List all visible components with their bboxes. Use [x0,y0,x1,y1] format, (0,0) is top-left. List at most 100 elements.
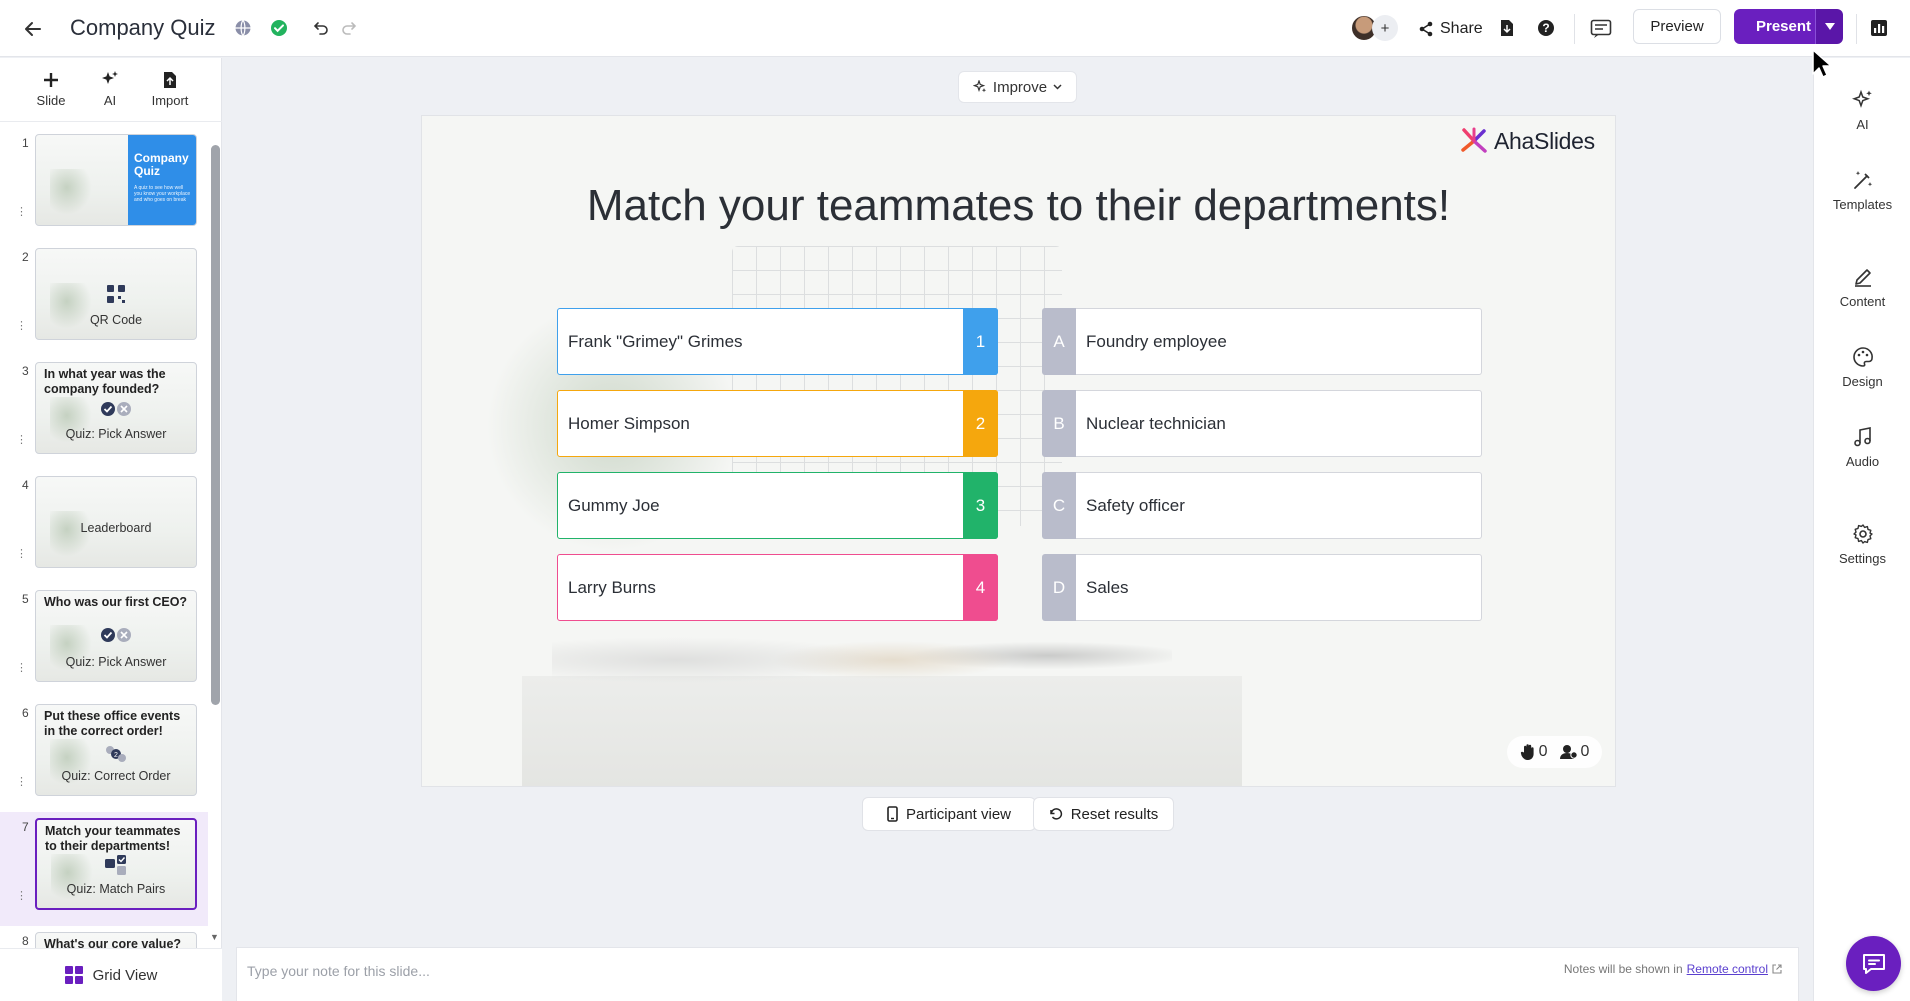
slide-item[interactable]: 3 In what year was the company founded? … [0,356,208,470]
improve-dropdown[interactable]: Improve [958,71,1077,103]
left-option-number: 3 [963,472,998,539]
undo-icon[interactable] [310,17,332,39]
left-option[interactable]: Larry Burns [557,554,998,621]
plus-icon [43,70,59,90]
chat-support-button[interactable] [1846,936,1901,991]
templates-panel-button[interactable]: Templates [1814,168,1910,212]
preview-button[interactable]: Preview [1633,9,1721,44]
settings-panel-button[interactable]: Settings [1814,522,1910,566]
add-slide-button[interactable]: Slide [21,70,81,108]
slide-toolbar: Slide AI Import [0,58,222,122]
drag-handle-icon[interactable]: ⋮ [16,663,27,674]
bar-chart-icon[interactable] [1866,15,1892,41]
remote-control-link[interactable]: Remote control [1687,962,1768,976]
slide-thumbnail[interactable]: Leaderboard [35,476,197,568]
external-link-icon[interactable] [1772,964,1782,974]
slide-item[interactable]: 2 QR Code ⋮ [0,242,208,356]
qr-code-icon [106,284,126,304]
tool-label: Slide [36,93,66,108]
slide-number: 1 [22,136,29,150]
order-steps-icon: 2 [104,745,128,763]
music-note-icon [1852,425,1874,449]
right-option[interactable]: Nuclear technician [1076,390,1482,457]
participant-view-button[interactable]: Participant view [862,797,1036,831]
hand-icon [1520,744,1534,760]
right-option[interactable]: Sales [1076,554,1482,621]
speaker-notes-bar: Notes will be shown in Remote control [236,947,1799,1001]
ai-slide-button[interactable]: AI [80,70,140,108]
slide-item-active[interactable]: 7 Match your teammates to their departme… [0,812,208,926]
scroll-down-arrow[interactable]: ▼ [210,932,219,942]
sparkle-icon [1851,88,1874,112]
right-option-letter: B [1042,390,1076,457]
slide-heading[interactable]: Match your teammates to their department… [422,181,1615,231]
thumb-title: Company Quiz [134,151,189,178]
left-option[interactable]: Frank "Grimey" Grimes [557,308,998,375]
left-option[interactable]: Gummy Joe [557,472,998,539]
drag-handle-icon[interactable]: ⋮ [16,777,27,788]
slide-number: 7 [22,820,29,834]
grid-icon [64,966,83,984]
slide-type: Quiz: Pick Answer [65,655,167,669]
right-option[interactable]: Foundry employee [1076,308,1482,375]
import-button[interactable]: Import [140,70,200,108]
pencil-icon [1852,265,1874,289]
slide-type: Quiz: Pick Answer [65,427,167,441]
right-option-letter: A [1042,308,1076,375]
slide-thumbnail[interactable]: In what year was the company founded? Qu… [35,362,197,454]
title-panel: Company Quiz A quiz to see how well you … [128,135,196,225]
design-panel-button[interactable]: Design [1814,345,1910,389]
left-option[interactable]: Homer Simpson [557,390,998,457]
slide-item[interactable]: 5 Who was our first CEO? Quiz: Pick Answ… [0,584,208,698]
redo-icon[interactable] [338,17,360,39]
sidebar-label: Settings [1839,551,1886,566]
chevron-down-icon [1053,84,1062,90]
slide-thumbnail[interactable]: Company Quiz A quiz to see how well you … [35,134,197,226]
slide-question: Match your teammates to their department… [45,824,181,853]
drag-handle-icon[interactable]: ⋮ [16,435,27,446]
slide-number: 4 [22,478,29,492]
reset-results-button[interactable]: Reset results [1033,797,1174,831]
download-icon[interactable] [1495,16,1519,40]
drag-handle-icon[interactable]: ⋮ [16,891,27,902]
logo-text: AhaSlides [1494,127,1595,154]
presentation-title[interactable]: Company Quiz [70,15,216,41]
share-label: Share [1440,20,1483,37]
help-icon[interactable]: ? [1534,16,1558,40]
share-button[interactable]: Share [1418,16,1483,42]
audio-panel-button[interactable]: Audio [1814,425,1910,469]
reset-results-label: Reset results [1070,805,1159,823]
slide-thumbnail[interactable]: QR Code [35,248,197,340]
collaborators[interactable]: + [1350,14,1402,44]
tool-label: AI [103,93,117,108]
globe-icon[interactable] [232,17,254,39]
drag-handle-icon[interactable]: ⋮ [16,321,27,332]
grid-view-button[interactable]: Grid View [0,948,222,1001]
right-option[interactable]: Safety officer [1076,472,1482,539]
sparkle-icon [972,80,987,93]
ai-panel-button[interactable]: AI [1814,88,1910,132]
slide-item[interactable]: 1 Company Quiz A quiz to see how well yo… [0,128,208,242]
sidebar-label: Design [1842,374,1883,389]
thumb-subtitle: A quiz to see how well you know your wor… [134,185,191,203]
content-panel-button[interactable]: Content [1814,265,1910,309]
slide-type: Quiz: Correct Order [61,769,171,783]
slide-thumbnail[interactable]: Match your teammates to their department… [35,818,197,910]
drag-handle-icon[interactable]: ⋮ [16,207,27,218]
slide-item[interactable]: 6 Put these office events in the correct… [0,698,208,812]
scrollbar[interactable] [211,145,220,705]
drag-handle-icon[interactable]: ⋮ [16,549,27,560]
svg-text:?: ? [1542,21,1549,35]
ahaslides-logo: AhaSlides [1460,126,1595,156]
speaker-notes-input[interactable] [247,960,1147,982]
add-collaborator-button[interactable]: + [1372,15,1398,41]
notes-toggle-icon[interactable] [1588,16,1614,42]
slides-panel: Slide AI Import 1 Company Quiz A quiz to… [0,58,222,1001]
slide-item[interactable]: 4 Leaderboard ⋮ [0,470,208,584]
slide-thumbnail[interactable]: Who was our first CEO? Quiz: Pick Answer [35,590,197,682]
back-arrow-icon[interactable] [18,14,48,44]
sidebar-label: AI [1856,117,1869,132]
slide-canvas[interactable]: AhaSlides Match your teammates to their … [421,115,1616,787]
present-options-dropdown[interactable] [1815,9,1843,44]
slide-thumbnail[interactable]: Put these office events in the correct o… [35,704,197,796]
